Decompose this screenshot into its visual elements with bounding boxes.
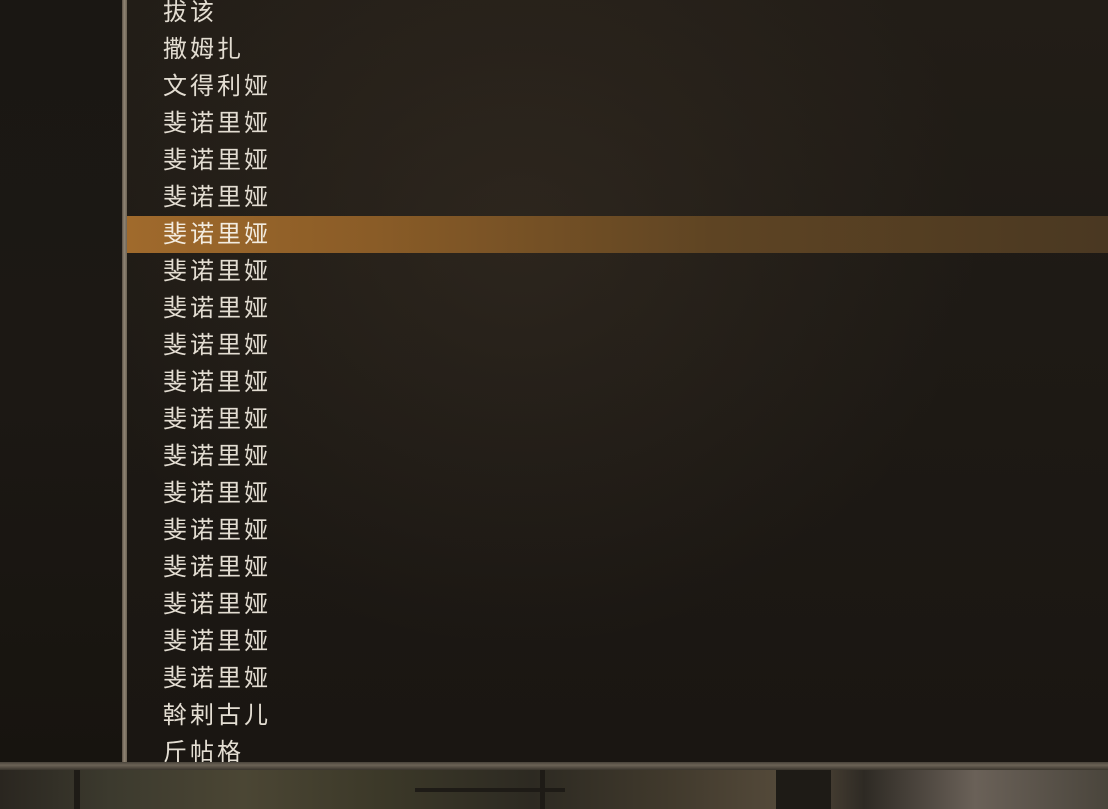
name-list-item[interactable]: 斐诺里娅 [127, 512, 1108, 549]
name-list-item[interactable]: 斤帖格 [127, 734, 1108, 762]
name-list-item[interactable]: 斐诺里娅 [127, 623, 1108, 660]
left-panel [0, 0, 122, 762]
name-list[interactable]: 拔该 撒姆扎 文得利娅 斐诺里娅 斐诺里娅 斐诺里娅 斐诺里娅 斐诺里娅 斐诺里… [127, 0, 1108, 762]
name-list-item[interactable]: 斐诺里娅 [127, 327, 1108, 364]
game-menu-screen: 拔该 撒姆扎 文得利娅 斐诺里娅 斐诺里娅 斐诺里娅 斐诺里娅 斐诺里娅 斐诺里… [0, 0, 1108, 809]
name-list-item[interactable]: 斐诺里娅 [127, 438, 1108, 475]
name-list-item[interactable]: 斐诺里娅 [127, 179, 1108, 216]
name-list-item[interactable]: 斐诺里娅 [127, 475, 1108, 512]
name-list-panel[interactable]: 拔该 撒姆扎 文得利娅 斐诺里娅 斐诺里娅 斐诺里娅 斐诺里娅 斐诺里娅 斐诺里… [127, 0, 1108, 762]
name-list-item[interactable]: 斐诺里娅 [127, 549, 1108, 586]
name-list-item[interactable]: 文得利娅 [127, 68, 1108, 105]
name-list-item[interactable]: 斡剌古儿 [127, 697, 1108, 734]
name-list-item[interactable]: 拔该 [127, 0, 1108, 31]
name-list-item[interactable]: 斐诺里娅 [127, 290, 1108, 327]
name-list-item-selected[interactable]: 斐诺里娅 [127, 216, 1108, 253]
bottom-frame-bar [0, 762, 1108, 770]
name-list-item[interactable]: 斐诺里娅 [127, 364, 1108, 401]
name-list-item[interactable]: 斐诺里娅 [127, 586, 1108, 623]
name-list-item[interactable]: 撒姆扎 [127, 31, 1108, 68]
scene-beam [540, 770, 545, 809]
scene-beam [74, 770, 80, 809]
name-list-item[interactable]: 斐诺里娅 [127, 253, 1108, 290]
scene-beam [776, 770, 831, 809]
name-list-item[interactable]: 斐诺里娅 [127, 401, 1108, 438]
name-list-item[interactable]: 斐诺里娅 [127, 142, 1108, 179]
background-scene-strip [0, 770, 1108, 809]
name-list-item[interactable]: 斐诺里娅 [127, 105, 1108, 142]
name-list-item[interactable]: 斐诺里娅 [127, 660, 1108, 697]
